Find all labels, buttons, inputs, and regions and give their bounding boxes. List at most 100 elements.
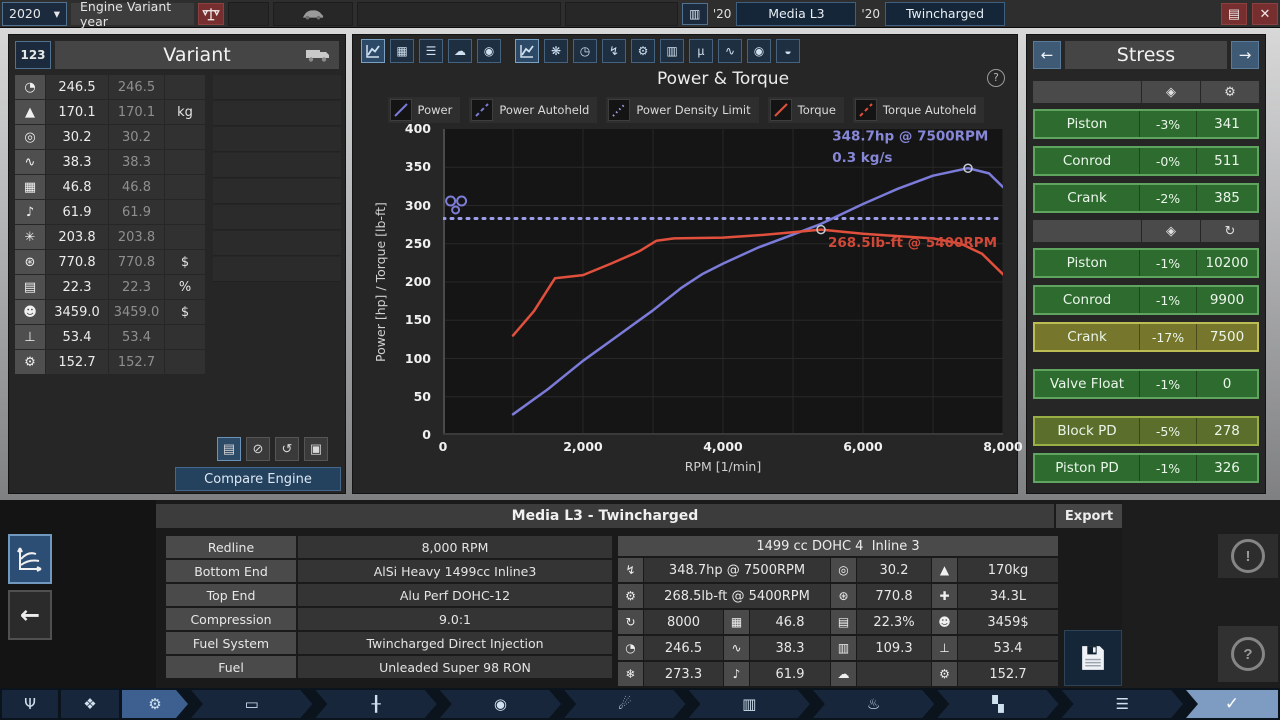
- legend-swatch: [608, 99, 630, 121]
- stat-unit: $: [165, 250, 205, 274]
- nav-confirm-icon: ✓: [1225, 694, 1239, 714]
- nav-engine-variant[interactable]: ⚙: [122, 690, 188, 718]
- next-page-button[interactable]: →: [1231, 41, 1259, 69]
- compare-engine-button[interactable]: Compare Engine: [175, 467, 341, 491]
- family-tab[interactable]: Media L3: [736, 2, 856, 26]
- nav-fuel[interactable]: ▥: [689, 690, 810, 718]
- anvil-icon: ⊥: [932, 636, 957, 660]
- flow-view-button[interactable]: ☁: [448, 39, 472, 63]
- variant-stat-row: ☻3459.03459.0$: [15, 300, 205, 324]
- scales-icon: [202, 5, 220, 23]
- stress-row-piston[interactable]: Piston-1%10200: [1033, 248, 1259, 278]
- stress-part-label: Piston PD: [1035, 455, 1139, 481]
- summary-value: 109.3: [857, 636, 931, 660]
- notes-button[interactable]: ▤: [217, 437, 241, 461]
- power-graph-button[interactable]: [515, 39, 539, 63]
- dyno-view-button[interactable]: [8, 534, 52, 584]
- stat-value: 30.2: [46, 125, 108, 149]
- stat-value: 46.8: [46, 175, 108, 199]
- summary-value: 170kg: [958, 558, 1058, 582]
- summary-value: 770.8: [857, 584, 931, 608]
- stress-row-conrod[interactable]: Conrod-0%511: [1033, 146, 1259, 176]
- graph-toolbar: ❋◷↯ ⚙ ▥µ∿◉◒: [515, 39, 800, 63]
- graphs-view-button[interactable]: [361, 39, 385, 63]
- summary-value: 38.3: [750, 636, 830, 660]
- summary-value: [857, 662, 931, 686]
- truck-icon[interactable]: [305, 47, 331, 63]
- stress-row-crank[interactable]: Crank-2%385: [1033, 183, 1259, 213]
- line-chart-icon: [519, 43, 535, 59]
- stress-margin-value: -1%: [1139, 455, 1196, 481]
- stress-limit-value: 9900: [1196, 287, 1257, 313]
- save-button[interactable]: [1064, 630, 1122, 686]
- spark-graph-button[interactable]: ↯: [602, 39, 626, 63]
- legend-torque[interactable]: Torque: [768, 97, 844, 123]
- knock-graph-button[interactable]: ∿: [718, 39, 742, 63]
- stress-part-label: Conrod: [1035, 148, 1139, 174]
- head-graph-button[interactable]: ◒: [776, 39, 800, 63]
- engine-config-header: 1499 cc DOHC 4 Inline 3: [618, 536, 1058, 556]
- variant-tab[interactable]: Twincharged: [885, 2, 1005, 26]
- legend-power-density-limit[interactable]: Power Density Limit: [606, 97, 758, 123]
- stress-margin-value: -1%: [1139, 371, 1196, 397]
- nav-exhaust[interactable]: ♨: [813, 690, 934, 718]
- fuel-graph-button[interactable]: ▥: [660, 39, 684, 63]
- export-button[interactable]: Export: [1056, 504, 1122, 528]
- friction-graph-button[interactable]: µ: [689, 39, 713, 63]
- variant-year-badge: '20: [861, 7, 880, 21]
- warning-button[interactable]: !: [1218, 534, 1278, 578]
- manager-list-button[interactable]: ▤: [1221, 3, 1247, 25]
- prev-page-button[interactable]: ←: [1033, 41, 1061, 69]
- quad-view-button[interactable]: ▦: [390, 39, 414, 63]
- table-view-button[interactable]: ☰: [419, 39, 443, 63]
- boost-graph-button[interactable]: ◷: [573, 39, 597, 63]
- nav-testing[interactable]: ▚: [937, 690, 1058, 718]
- legal-scales-button[interactable]: [198, 3, 224, 25]
- stress-row-piston[interactable]: Piston-3%341: [1033, 109, 1259, 139]
- cancel-button[interactable]: ⊘: [246, 437, 270, 461]
- nav-dyno[interactable]: ☰: [1062, 690, 1183, 718]
- stress-row-block-pd[interactable]: Block PD-5%278: [1033, 416, 1259, 446]
- feather-icon: ∿: [724, 636, 749, 660]
- help-icon[interactable]: ?: [987, 69, 1005, 87]
- airflow-graph-button[interactable]: ❋: [544, 39, 568, 63]
- back-button[interactable]: ←: [8, 590, 52, 640]
- save-state-button[interactable]: ▣: [304, 437, 328, 461]
- legend-swatch: [855, 99, 877, 121]
- tools-graph-button-glyph: ⚙: [638, 44, 649, 58]
- nav-top-end[interactable]: ╂: [315, 690, 436, 718]
- tools-graph-button[interactable]: ⚙: [631, 39, 655, 63]
- caret-down-icon: ▾: [54, 6, 60, 21]
- legend-power[interactable]: Power: [388, 97, 461, 123]
- nav-bottom-end[interactable]: ▭: [191, 690, 312, 718]
- empty-list-row: [213, 179, 341, 204]
- legend-label: Power Autoheld: [499, 103, 589, 117]
- nav-markets[interactable]: Ψ: [2, 690, 58, 718]
- turbo-view-button[interactable]: ◉: [477, 39, 501, 63]
- weight-icon: ▲: [15, 100, 45, 124]
- legend-label: Power: [418, 103, 453, 117]
- spec-value: Alu Perf DOHC-12: [298, 584, 612, 606]
- legend-label: Torque Autoheld: [883, 103, 977, 117]
- stat-value: 38.3: [46, 150, 108, 174]
- nav-aspiration[interactable]: ◉: [440, 690, 561, 718]
- variant-actions: ▤ ⊘ ↺ ▣: [217, 437, 328, 461]
- stress-row-conrod[interactable]: Conrod-1%9900: [1033, 285, 1259, 315]
- tutorial-help-button[interactable]: ?: [1218, 626, 1278, 682]
- nav-fuel-system[interactable]: ☄: [564, 690, 685, 718]
- x-axis-label: RPM [1/min]: [443, 459, 1003, 474]
- nav-confirm[interactable]: ✓: [1186, 690, 1278, 718]
- legend-torque-autoheld[interactable]: Torque Autoheld: [853, 97, 985, 123]
- stress-row-valve-float[interactable]: Valve Float-1%0: [1033, 369, 1259, 399]
- stress-row-crank[interactable]: Crank-17%7500: [1033, 322, 1259, 352]
- legend-power-autoheld[interactable]: Power Autoheld: [469, 97, 597, 123]
- nav-engine-family[interactable]: ❖: [61, 690, 119, 718]
- close-button[interactable]: ✕: [1252, 3, 1278, 25]
- undo-button[interactable]: ↺: [275, 437, 299, 461]
- rpm-graph-button[interactable]: ◉: [747, 39, 771, 63]
- stress-row-piston-pd[interactable]: Piston PD-1%326: [1033, 453, 1259, 483]
- numeric-mode-button[interactable]: 123: [15, 41, 51, 69]
- chart-legend: Power Power Autoheld Power Density Limit To…: [353, 97, 1019, 123]
- engine-variant-year-select[interactable]: 2020 ▾: [2, 2, 67, 26]
- stress-panel-title: Stress: [1065, 41, 1227, 69]
